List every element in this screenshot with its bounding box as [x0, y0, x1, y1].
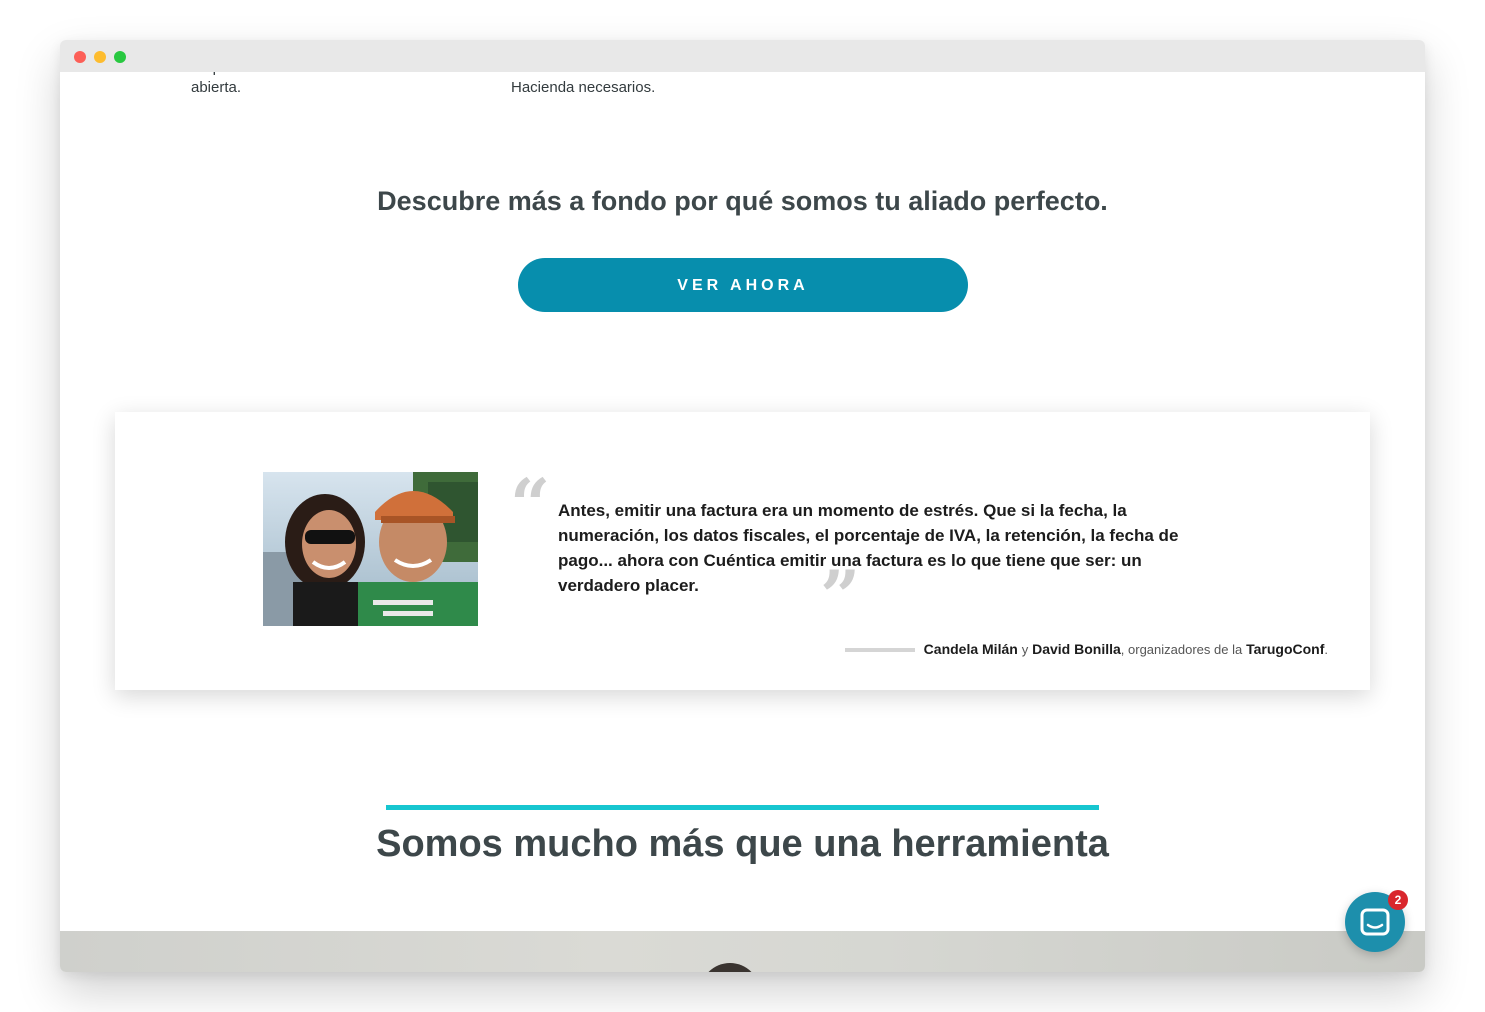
page-content: Disponemos de una API abierta. Todos los… — [60, 40, 1425, 972]
testimonial-quote: Antes, emitir una factura era un momento… — [558, 501, 1179, 595]
attribution-divider — [844, 648, 915, 653]
testimonial-card: “ Antes, emitir una factura era un momen… — [115, 412, 1370, 690]
section-accent-bar — [386, 805, 1099, 810]
team-photo-banner — [60, 931, 1425, 972]
testimonial-photo — [263, 472, 478, 626]
author-1: Candela Milán — [923, 641, 1018, 657]
testimonial-attribution: Candela Milán y David Bonilla, organizad… — [844, 641, 1328, 657]
feature-models-line2: Hacienda necesarios. — [511, 79, 656, 96]
browser-window: Disponemos de una API abierta. Todos los… — [60, 40, 1425, 972]
event-name: TarugoConf — [1246, 641, 1325, 657]
quote-open-icon: “ — [510, 463, 551, 546]
feature-api-line2: abierta. — [191, 79, 242, 96]
close-window-icon[interactable] — [74, 51, 86, 63]
author-conjunction: y — [1021, 642, 1029, 657]
minimize-window-icon[interactable] — [94, 51, 106, 63]
couple-photo-image — [263, 472, 478, 626]
author-role: , organizadores de la — [1120, 642, 1243, 657]
quote-close-icon: ” — [820, 555, 861, 638]
maximize-window-icon[interactable] — [114, 51, 126, 63]
ver-ahora-button[interactable]: VER AHORA — [518, 258, 968, 312]
person-head-shape — [700, 963, 760, 972]
chat-unread-badge: 2 — [1388, 890, 1408, 910]
author-2: David Bonilla — [1032, 641, 1121, 657]
attribution-end: . — [1324, 642, 1328, 657]
window-titlebar — [60, 40, 1425, 72]
cta-title: Descubre más a fondo por qué somos tu al… — [377, 186, 1108, 216]
section-title: Somos mucho más que una herramienta — [376, 823, 1109, 865]
